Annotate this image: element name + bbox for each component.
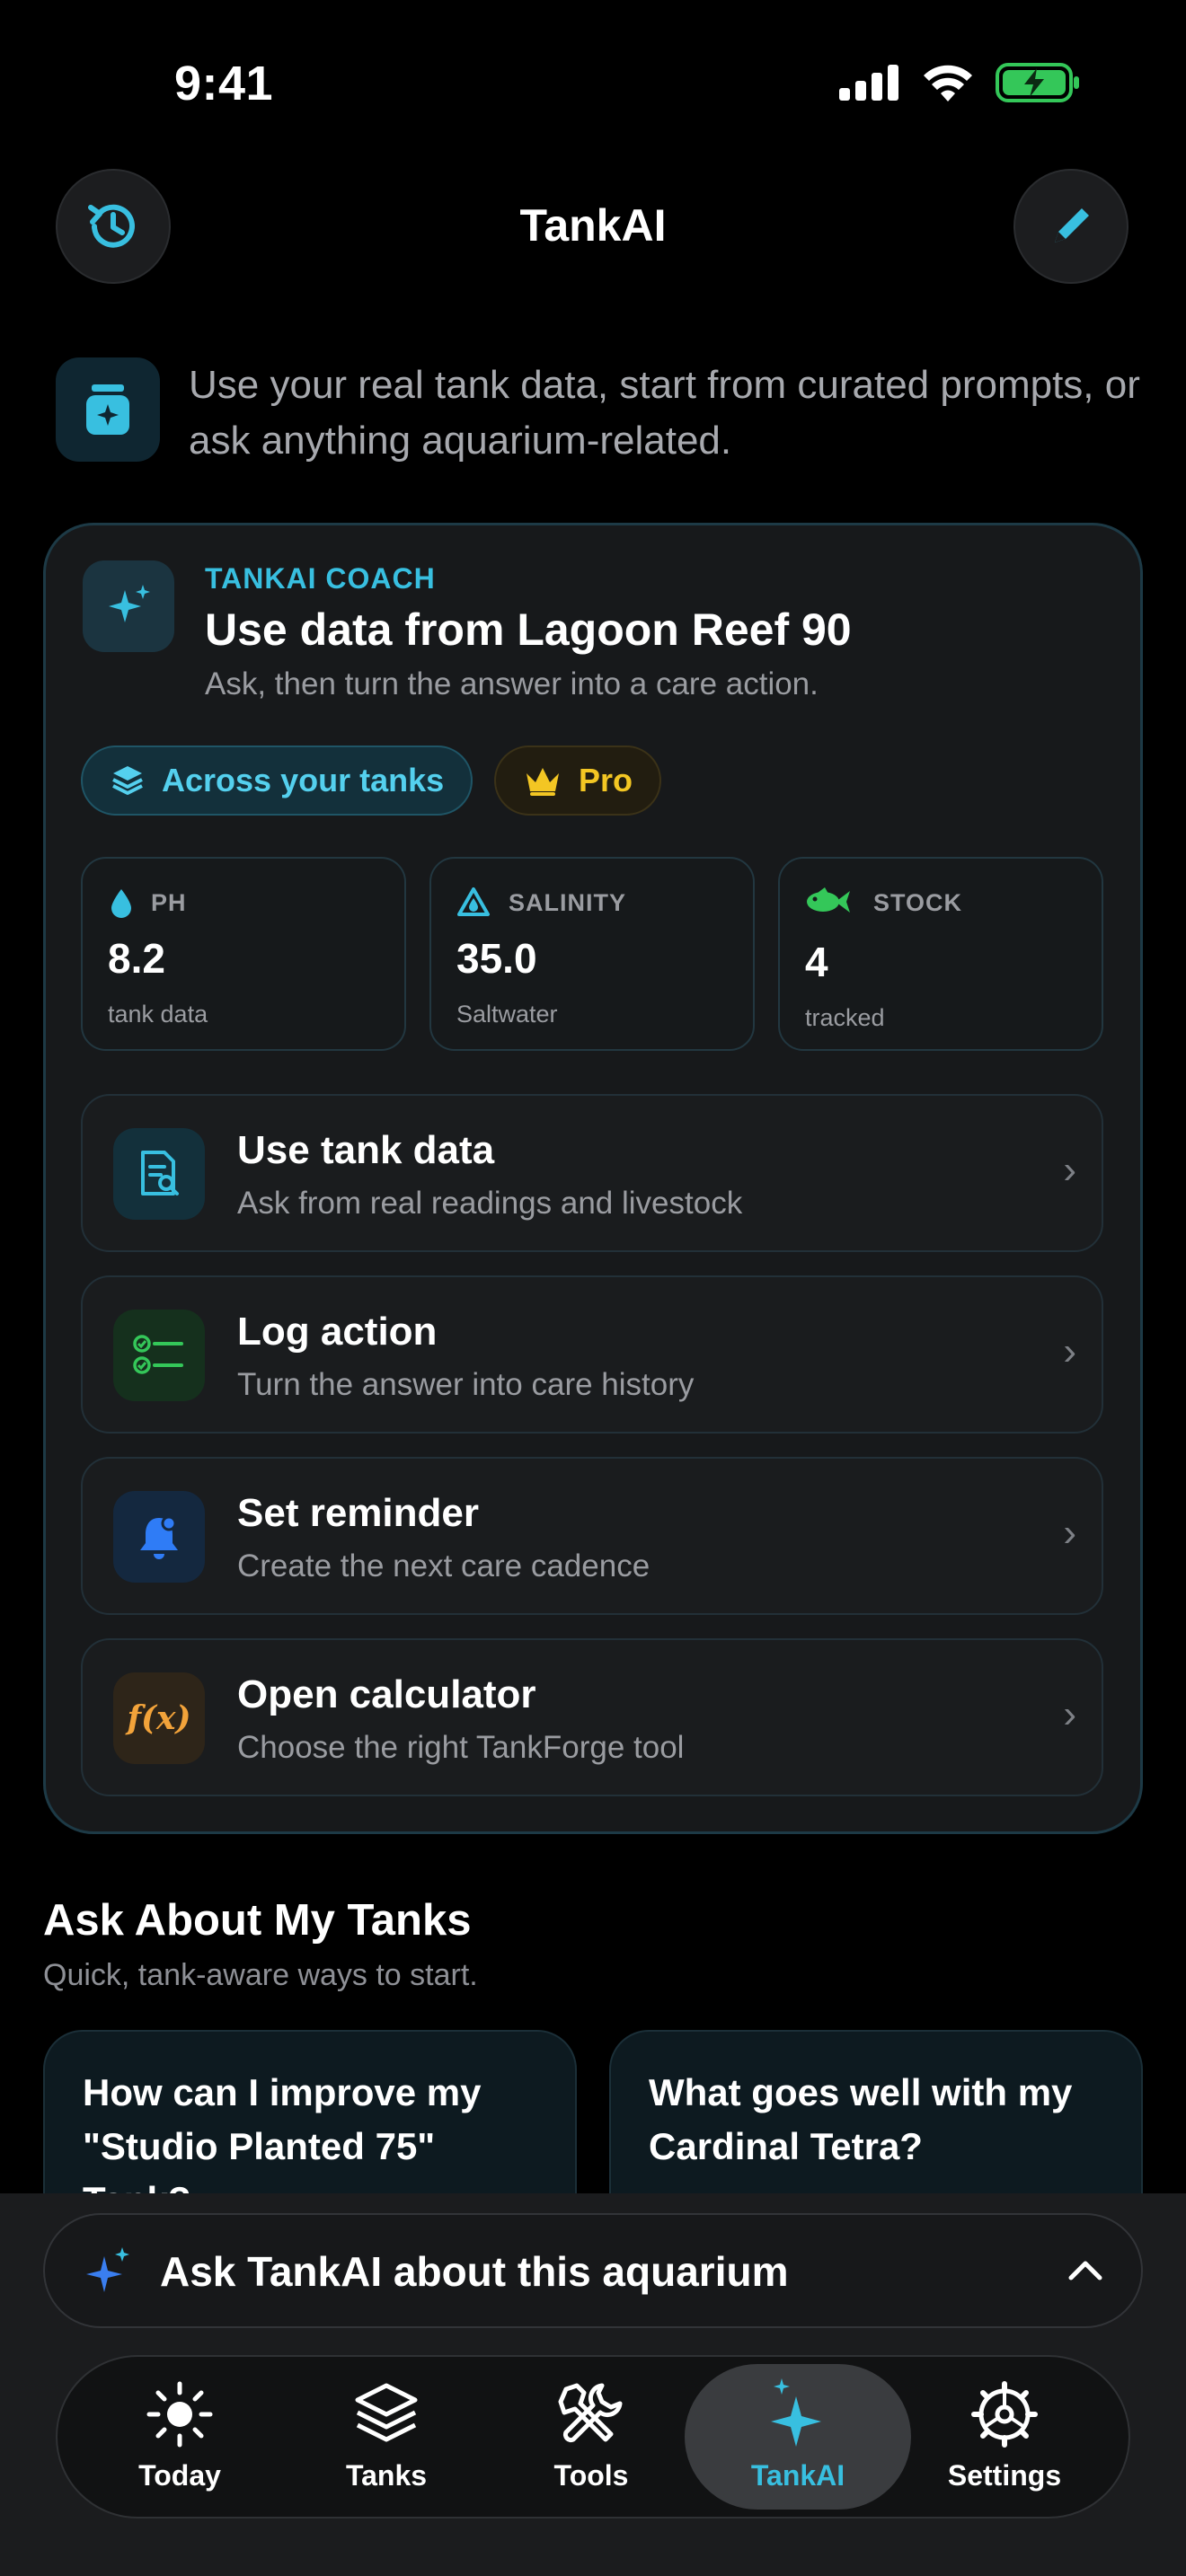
log-action-row[interactable]: Log action Turn the answer into care his… [81, 1275, 1103, 1434]
tab-label: Today [138, 2459, 221, 2492]
coach-eyebrow: TANKAI COACH [205, 562, 436, 595]
function-icon-text: f(x) [127, 1699, 191, 1737]
layers-icon [355, 2383, 418, 2442]
function-icon: f(x) [113, 1672, 205, 1764]
section-subtitle: Quick, tank-aware ways to start. [43, 1958, 478, 1992]
metric-ph: PH 8.2 tank data [81, 857, 406, 1051]
across-tanks-chip[interactable]: Across your tanks [81, 745, 474, 816]
metric-unit: Saltwater [456, 1001, 558, 1028]
set-reminder-row[interactable]: Set reminder Create the next care cadenc… [81, 1457, 1103, 1615]
tab-label: Tools [553, 2459, 629, 2492]
row-subtitle: Turn the answer into care history [237, 1367, 695, 1402]
row-subtitle: Create the next care cadence [237, 1548, 651, 1584]
salinity-icon [457, 887, 490, 916]
metric-value: 8.2 [108, 935, 165, 982]
pencil-icon [1055, 208, 1089, 243]
chevron-right-icon: › [1063, 1329, 1076, 1373]
metric-value: 35.0 [456, 935, 537, 982]
checklist-icon [113, 1310, 205, 1401]
row-title: Open calculator [237, 1672, 536, 1716]
droplet-icon [111, 889, 131, 918]
tab-label: Settings [947, 2459, 1062, 2492]
metric-label: STOCK [873, 889, 963, 916]
row-subtitle: Choose the right TankForge tool [237, 1730, 685, 1765]
sun-icon [146, 2381, 213, 2448]
section-title: Ask About My Tanks [43, 1896, 472, 1945]
ask-bar-label: Ask TankAI about this aquarium [160, 2248, 789, 2295]
across-tanks-label: Across your tanks [162, 762, 445, 798]
tab-settings[interactable]: Settings [901, 2364, 1108, 2510]
jar-sparkle-icon [56, 357, 160, 462]
metric-stock: STOCK 4 tracked [778, 857, 1103, 1051]
tab-tools[interactable]: Tools [488, 2364, 695, 2510]
metric-unit: tracked [805, 1004, 885, 1031]
row-subtitle: Ask from real readings and livestock [237, 1186, 743, 1221]
coach-title: Use data from Lagoon Reef 90 [205, 604, 852, 655]
page-title: TankAI [519, 200, 667, 251]
metric-salinity: SALINITY 35.0 Saltwater [429, 857, 755, 1051]
chevron-right-icon: › [1063, 1511, 1076, 1555]
pro-chip[interactable]: Pro [494, 745, 662, 816]
chevron-right-icon: › [1063, 1148, 1076, 1192]
metric-label: SALINITY [509, 889, 627, 916]
signal-icon [839, 65, 898, 101]
sparkles-icon [86, 2247, 129, 2292]
status-time: 9:41 [174, 57, 274, 110]
tools-icon [558, 2383, 623, 2443]
tab-today[interactable]: Today [76, 2364, 283, 2510]
tab-label: Tanks [345, 2459, 428, 2492]
tab-tankai[interactable]: TankAI [695, 2364, 901, 2510]
coach-subtitle: Ask, then turn the answer into a care ac… [205, 666, 819, 701]
row-title: Log action [237, 1310, 438, 1354]
crown-icon [527, 768, 559, 796]
gear-icon [971, 2381, 1038, 2448]
tab-tanks[interactable]: Tanks [283, 2364, 490, 2510]
metric-unit: tank data [108, 1001, 208, 1028]
sparkles-icon [771, 2378, 821, 2447]
layers-icon [112, 766, 143, 795]
metric-label: PH [151, 889, 187, 916]
edit-button[interactable] [1013, 169, 1128, 284]
pro-label: Pro [579, 762, 633, 798]
open-calculator-row[interactable]: f(x) Open calculator Choose the right Ta… [81, 1638, 1103, 1796]
chevron-right-icon: › [1063, 1692, 1076, 1736]
status-icons [839, 63, 1080, 102]
chevron-up-icon[interactable] [1067, 2258, 1103, 2283]
tab-label: TankAI [750, 2459, 845, 2492]
row-title: Use tank data [237, 1128, 495, 1172]
intro-text: Use your real tank data, start from cura… [189, 363, 1140, 463]
sparkles-icon [83, 560, 174, 652]
battery-icon [996, 63, 1079, 102]
metric-value: 4 [805, 939, 828, 985]
wifi-icon [924, 65, 972, 101]
document-search-icon [113, 1128, 205, 1220]
use-tank-data-row[interactable]: Use tank data Ask from real readings and… [81, 1094, 1103, 1252]
bell-icon [113, 1491, 205, 1583]
row-title: Set reminder [237, 1491, 479, 1535]
fish-icon [807, 887, 850, 913]
